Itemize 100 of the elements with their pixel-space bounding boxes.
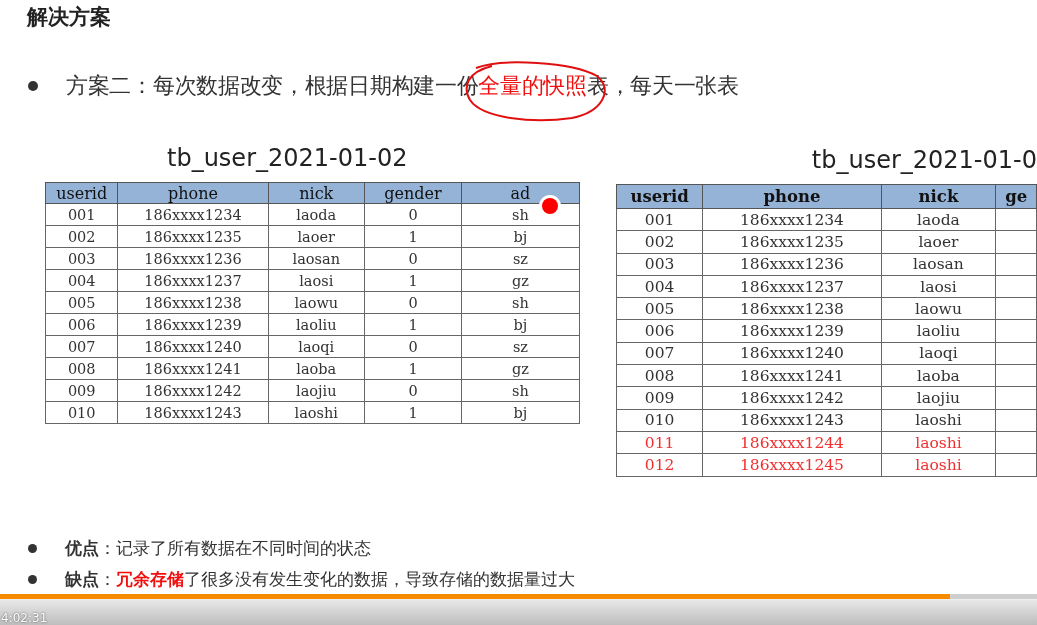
bullet-text: 优点：记录了所有数据在不同时间的状态 (65, 538, 371, 559)
table-title: tb_user_2021-01-0 (811, 146, 1037, 176)
table-cell: laoer (881, 230, 996, 254)
table-cell: 005 (616, 297, 703, 320)
column-header: nick (881, 184, 996, 209)
table-cell: 186xxxx1241 (702, 364, 882, 387)
column-header: nick (268, 182, 365, 204)
table-cell: 0 (364, 379, 462, 402)
table-cell: 0 (364, 247, 462, 270)
table-cell: sz (461, 335, 580, 358)
table-cell: 186xxxx1237 (117, 269, 269, 292)
slide-heading: 解决方案 (27, 4, 111, 31)
table-cell: 002 (45, 225, 118, 248)
table-cell: laosi (268, 269, 365, 292)
bullet-text: 缺点：冗余存储了很多没有发生变化的数据，导致存储的数据量过大 (65, 569, 575, 590)
table-cell: bj (461, 401, 580, 424)
table-cell: 0 (364, 291, 462, 314)
table-cell: 007 (45, 335, 118, 358)
table-cell: 005 (45, 291, 118, 314)
table-cell: laoshi (881, 431, 996, 454)
table-cell: laoliu (268, 313, 365, 336)
column-header: ad (461, 182, 580, 204)
table-cell: laoda (881, 208, 996, 231)
table-cell: 186xxxx1234 (702, 208, 882, 231)
table-cell: laosan (268, 247, 365, 270)
table-cell: laoqi (268, 335, 365, 358)
table-cell: 186xxxx1239 (117, 313, 269, 336)
playback-time: 4:02:31 (1, 612, 48, 625)
pointer-dot (542, 198, 558, 214)
table-cell: sz (461, 247, 580, 270)
table-cell: 0 (364, 335, 462, 358)
table-cell: 1 (364, 313, 462, 336)
table-cell: laowu (881, 297, 996, 320)
column-header: phone (117, 182, 269, 204)
table-title: tb_user_2021-01-02 (167, 144, 409, 174)
table-cell: laosi (881, 275, 996, 298)
table-cell: 186xxxx1238 (117, 291, 269, 314)
table-cell: 1 (364, 225, 462, 248)
table-cell: 186xxxx1245 (702, 453, 882, 477)
table-cell: laoshi (268, 401, 365, 424)
bullet-dot-icon (28, 544, 37, 553)
column-header: userid (616, 184, 703, 209)
table-cell: 004 (45, 269, 118, 292)
table-cell: laoqi (881, 342, 996, 365)
table-cell: 004 (616, 275, 703, 298)
table-cell: 001 (45, 203, 118, 226)
table-cell: 001 (616, 208, 703, 231)
table-cell: 0 (364, 203, 462, 226)
table-cell: 186xxxx1244 (702, 431, 882, 454)
table-cell: laojiu (881, 386, 996, 410)
table-cell: 009 (616, 386, 703, 410)
table-cell: 003 (45, 247, 118, 270)
table-cell: 007 (616, 342, 703, 365)
table-cell: 008 (45, 357, 118, 380)
table-cell: laoliu (881, 320, 996, 343)
table-cell: 1 (364, 357, 462, 380)
table-cell: 186xxxx1243 (117, 401, 269, 424)
table-cell: gz (461, 269, 580, 292)
table-cell: laoshi (881, 453, 996, 477)
table-cell: 186xxxx1235 (117, 225, 269, 248)
table-cell: 009 (45, 379, 118, 402)
column-header: userid (45, 182, 118, 204)
column-header: phone (702, 184, 882, 209)
table-cell: bj (461, 225, 580, 248)
column-header: gender (364, 182, 462, 204)
table-cell: laoshi (881, 409, 996, 432)
table-cell: laowu (268, 291, 365, 314)
table-cell: sh (461, 379, 580, 402)
table-cell: sh (461, 291, 580, 314)
table-cell: 012 (616, 453, 703, 477)
table-cell: laosan (881, 253, 996, 276)
table-cell: laoba (881, 364, 996, 387)
table-cell: laojiu (268, 379, 365, 402)
table-cell: 003 (616, 253, 703, 276)
table-cell: 006 (45, 313, 118, 336)
table-cell: 011 (616, 431, 703, 454)
table-cell: 006 (616, 320, 703, 343)
table-cell: 186xxxx1242 (117, 379, 269, 402)
table-cell: 186xxxx1240 (117, 335, 269, 358)
table-cell: 1 (364, 269, 462, 292)
table-cell: 186xxxx1243 (702, 409, 882, 432)
column-header: ge (995, 184, 1037, 209)
table-cell: 186xxxx1237 (702, 275, 882, 298)
table-cell: 010 (616, 409, 703, 432)
table-cell: 002 (616, 230, 703, 254)
table-cell: 186xxxx1236 (702, 253, 882, 276)
table-cell: gz (461, 357, 580, 380)
table-cell: 186xxxx1240 (702, 342, 882, 365)
table-cell: 186xxxx1234 (117, 203, 269, 226)
table-cell: laoda (268, 203, 365, 226)
table-cell: 186xxxx1236 (117, 247, 269, 270)
bullet-dot-icon (28, 575, 37, 584)
table-cell: 186xxxx1238 (702, 297, 882, 320)
table-cell: 008 (616, 364, 703, 387)
table-cell: 186xxxx1235 (702, 230, 882, 254)
table-cell: 186xxxx1239 (702, 320, 882, 343)
table-cell: 186xxxx1242 (702, 386, 882, 410)
bullet-dot-icon (28, 80, 38, 91)
table-cell: laoer (268, 225, 365, 248)
table-cell: 1 (364, 401, 462, 424)
